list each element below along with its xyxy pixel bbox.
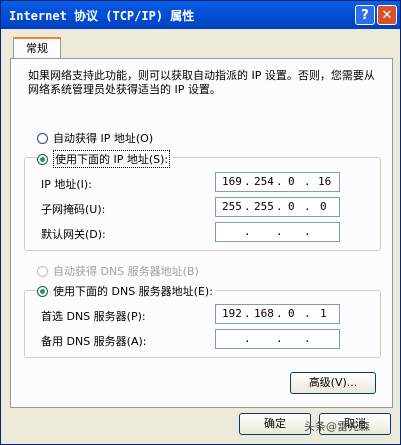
- radio-auto-ip-label: 自动获得 IP 地址(O): [53, 132, 154, 145]
- radio-manual-dns-label: 使用下面的 DNS 服务器地址(E):: [53, 285, 213, 298]
- general-panel: 如果网络支持此功能，则可以获取自动指派的 IP 设置。否则，您需要从网络系统管理…: [10, 58, 393, 408]
- window-title: Internet 协议 (TCP/IP) 属性: [9, 9, 195, 23]
- radio-manual-ip[interactable]: 使用下面的 IP 地址(S):: [37, 150, 174, 168]
- watermark: 头条@雷先森: [304, 420, 370, 433]
- radio-auto-ip[interactable]: 自动获得 IP 地址(O): [37, 130, 153, 146]
- radio-auto-dns-label: 自动获得 DNS 服务器地址(B): [53, 265, 199, 278]
- title-bar[interactable]: Internet 协议 (TCP/IP) 属性 ? ✕: [1, 1, 400, 29]
- subnet-mask-input[interactable]: 255 . 255 . 0 . 0: [215, 197, 340, 217]
- tab-general[interactable]: 常规: [13, 37, 61, 59]
- close-icon[interactable]: ✕: [377, 5, 397, 25]
- alternate-dns-label: 备用 DNS 服务器(A):: [41, 335, 147, 348]
- radio-manual-ip-label: 使用下面的 IP 地址(S):: [53, 150, 171, 168]
- default-gateway-input[interactable]: . . .: [215, 222, 340, 242]
- ip-address-label: IP 地址(I):: [41, 178, 92, 191]
- advanced-button[interactable]: 高级(V)...: [290, 372, 376, 394]
- radio-auto-dns-dot: [37, 265, 48, 277]
- ok-button[interactable]: 确定: [239, 413, 311, 435]
- radio-auto-ip-dot: [37, 132, 48, 144]
- radio-manual-dns-dot: [37, 285, 48, 297]
- subnet-mask-label: 子网掩码(U):: [41, 203, 106, 216]
- description-text: 如果网络支持此功能，则可以获取自动指派的 IP 设置。否则，您需要从网络系统管理…: [28, 69, 375, 96]
- preferred-dns-label: 首选 DNS 服务器(P):: [41, 310, 146, 323]
- tcpip-properties-window: Internet 协议 (TCP/IP) 属性 ? ✕ 常规 如果网络支持此功能…: [0, 0, 401, 445]
- ip-address-input[interactable]: 169 . 254 . 0 . 16: [215, 172, 340, 192]
- radio-manual-dns[interactable]: 使用下面的 DNS 服务器地址(E):: [37, 283, 216, 299]
- radio-manual-ip-dot: [37, 153, 48, 165]
- default-gateway-label: 默认网关(D):: [41, 228, 106, 241]
- preferred-dns-input[interactable]: 192 . 168 . 0 . 1: [215, 304, 340, 324]
- alternate-dns-input[interactable]: . . .: [215, 329, 340, 349]
- radio-auto-dns[interactable]: 自动获得 DNS 服务器地址(B): [37, 263, 199, 279]
- help-button[interactable]: ?: [355, 5, 375, 25]
